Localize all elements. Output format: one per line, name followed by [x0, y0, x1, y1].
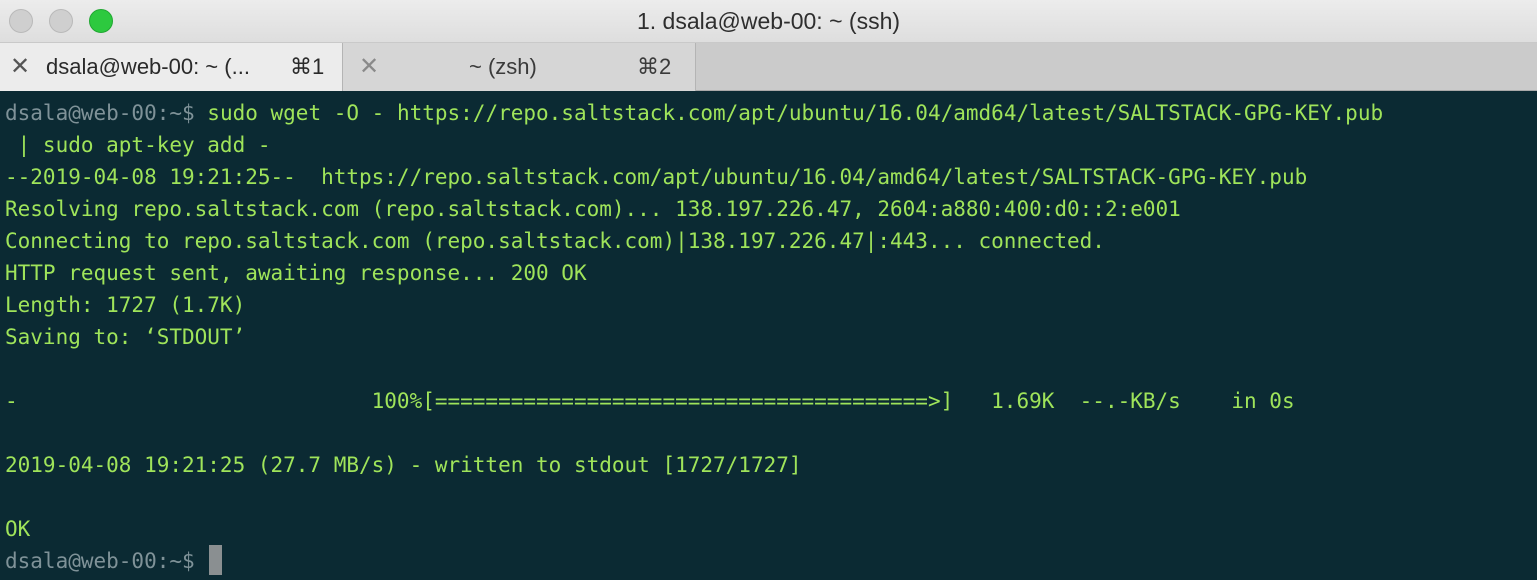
tab-shortcut: ⌘2	[637, 54, 672, 79]
terminal-output[interactable]: dsala@web-00:~$ sudo wget -O - https://r…	[0, 91, 1537, 580]
output-line: 2019-04-08 19:21:25 (27.7 MB/s) - writte…	[5, 453, 802, 477]
output-line: HTTP request sent, awaiting response... …	[5, 261, 587, 285]
window-title: 1. dsala@web-00: ~ (ssh)	[636, 8, 901, 34]
text-cursor	[209, 545, 223, 575]
output-line: OK	[5, 517, 31, 541]
output-line: Length: 1727 (1.7K)	[5, 293, 246, 317]
output-line: --2019-04-08 19:21:25-- https://repo.sal…	[5, 165, 1308, 189]
tab-ssh-session[interactable]: ✕ dsala@web-00: ~ (... ⌘1	[0, 43, 343, 91]
progress-line: - 100%[=================================…	[5, 389, 1295, 413]
output-line: Saving to: ‘STDOUT’	[5, 325, 246, 349]
shell-prompt: dsala@web-00:~$	[5, 101, 195, 125]
tab-close-icon[interactable]: ✕	[10, 43, 30, 91]
command-line: dsala@web-00:~$ sudo wget -O - https://r…	[5, 97, 1537, 129]
tab-label: ~ (zsh)	[469, 54, 537, 79]
tab-close-icon[interactable]: ✕	[359, 43, 379, 91]
final-prompt-line[interactable]: dsala@web-00:~$	[5, 545, 1537, 577]
command-continuation: | sudo apt-key add -	[5, 133, 271, 157]
tab-zsh[interactable]: ✕ ~ (zsh) ⌘2	[343, 43, 696, 91]
terminal-window: 1. dsala@web-00: ~ (ssh) ✕ dsala@web-00:…	[0, 0, 1537, 580]
output-line: Resolving repo.saltstack.com (repo.salts…	[5, 197, 1181, 221]
shell-prompt: dsala@web-00:~$	[5, 549, 195, 573]
command-text: sudo wget -O - https://repo.saltstack.co…	[194, 101, 1384, 125]
title-bar[interactable]: 1. dsala@web-00: ~ (ssh)	[0, 0, 1537, 43]
tab-label: dsala@web-00: ~ (...	[46, 54, 250, 79]
output-line: Connecting to repo.saltstack.com (repo.s…	[5, 229, 1105, 253]
tab-shortcut: ⌘1	[290, 54, 325, 79]
tab-bar: ✕ dsala@web-00: ~ (... ⌘1 ✕ ~ (zsh) ⌘2	[0, 43, 1537, 91]
